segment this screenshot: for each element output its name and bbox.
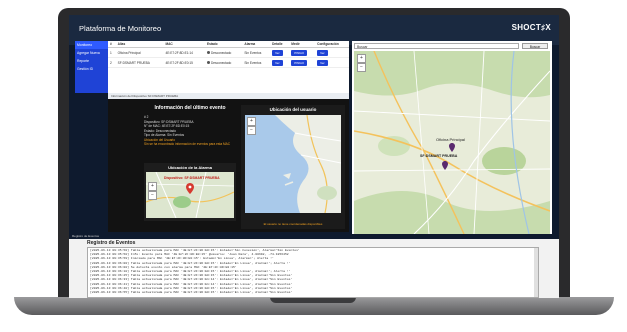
devices-table-container: # Alias MAC Estado Alarma Detalle Medir …: [108, 41, 349, 93]
log-line: [2025-06-13 09:36:55] Tabla actualizada …: [90, 290, 293, 295]
app-title: Plataforma de Monitoreo: [79, 24, 162, 33]
last-event-info: Información del último evento # 2 Dispos…: [144, 105, 236, 221]
office-marker-label: Oficina Principal: [436, 137, 465, 142]
cell-config: Ver: [315, 57, 349, 68]
table-row[interactable]: 2 SF:DSMART PRUEBA 4E:E7:2F:8D:E0:15 Des…: [108, 57, 349, 68]
cell-alarma: Sin Eventos: [242, 57, 271, 68]
cell-alias: SF:DSMART PRUEBA: [115, 57, 164, 68]
cell-detalle: Ver: [270, 57, 290, 68]
status-text: Desconectado: [210, 50, 232, 55]
medir-button[interactable]: PINGO: [291, 49, 307, 56]
cell-mac: 4E:E7:2F:8D:E0:15: [163, 57, 205, 68]
zoom-out-button[interactable]: −: [357, 63, 366, 72]
user-map[interactable]: + −: [245, 114, 342, 214]
sidebar-item-reporte[interactable]: Reporte: [75, 57, 108, 65]
cell-detalle: Ver: [270, 47, 290, 58]
zoom-in-button[interactable]: +: [357, 54, 366, 63]
user-location-title: Ubicación del usuario: [269, 107, 317, 112]
zoom-out-button[interactable]: −: [247, 126, 256, 135]
event-log-title: Registro de Eventos: [87, 240, 136, 246]
last-event-title: Información del último evento: [154, 105, 226, 111]
map-search-button[interactable]: Buscar: [522, 43, 548, 49]
brand-logo: SHOCT♯X: [511, 23, 551, 32]
zoom-out-button[interactable]: −: [148, 191, 157, 200]
devices-table: # Alias MAC Estado Alarma Detalle Medir …: [108, 41, 349, 68]
table-row[interactable]: 1 Oficina Principal 4E:E7:2F:8D:E1:14 De…: [108, 47, 349, 58]
zoom-in-button[interactable]: +: [247, 117, 256, 126]
device-marker-icon[interactable]: [442, 161, 448, 170]
event-info-panel: Información del último evento # 2 Dispos…: [108, 99, 349, 232]
alarm-marker-label: Dispositivo: SF:DSMART PRUEBA: [164, 176, 220, 180]
main-map[interactable]: + − Oficina Principal SF:DSMART PRUEBA: [354, 51, 550, 234]
map-search-input[interactable]: Buscar: [354, 43, 519, 49]
sidebar: Monitoreo Agregar Nueva Reporte Gestión …: [75, 41, 108, 93]
config-button[interactable]: Ver: [317, 49, 328, 56]
cell-medir: PINGO: [289, 57, 316, 68]
sidebar-item-gestion[interactable]: Gestión ID: [75, 65, 108, 73]
cell-config: Ver: [315, 47, 349, 58]
cell-estado: Desconectado: [204, 57, 243, 68]
detalle-button[interactable]: Ver: [272, 59, 283, 66]
cell-alias: Oficina Principal: [115, 47, 164, 58]
sidebar-item-monitoreo[interactable]: Monitoreo: [75, 41, 108, 49]
sidebar-item-agregar[interactable]: Agregar Nueva: [75, 49, 108, 57]
alarm-location-box: Ubicación de la Alarma + − Dispositivo: …: [144, 163, 236, 221]
medir-button[interactable]: PINGO: [291, 59, 307, 66]
cell-mac: 4E:E7:2F:8D:E1:14: [163, 47, 205, 58]
warning-line: Sin se ha encontrado información de even…: [144, 142, 231, 147]
device-marker-label: SF:DSMART PRUEBA: [420, 154, 458, 158]
cell-estado: Desconectado: [204, 47, 243, 58]
detalle-button[interactable]: Ver: [272, 49, 283, 56]
map-search-row: Buscar Buscar: [352, 41, 552, 51]
cell-num: 2: [108, 57, 116, 68]
main-map-panel: Buscar Buscar + − Oficina Principal SF:D…: [352, 41, 552, 236]
status-dot-icon: [206, 51, 210, 55]
user-location-note: El usuario no tiene coordenadas disponib…: [263, 222, 323, 226]
app-screen: Plataforma de Monitoreo SHOCT♯X Monitore…: [69, 15, 559, 298]
cell-num: 1: [108, 47, 116, 58]
alarm-map[interactable]: + − Dispositivo: SF:DSMART PRUEBA: [145, 171, 235, 219]
status-text: Desconectado: [210, 60, 232, 65]
event-log-strip: Registro de Eventos: [69, 234, 559, 239]
user-map-tiles: [245, 114, 342, 214]
event-log-box[interactable]: [2025-06-13 09:35:50] Tabla actualizada …: [87, 247, 539, 298]
alarm-location-title: Ubicación de la Alarma: [168, 165, 212, 170]
zoom-in-button[interactable]: +: [148, 182, 157, 191]
event-log-section: Registro de Eventos Registro de Eventos …: [69, 234, 559, 298]
office-marker-icon[interactable]: [449, 143, 455, 152]
cell-medir: PINGO: [289, 47, 316, 58]
map-marker-icon[interactable]: [186, 183, 194, 194]
user-location-box: Ubicación del usuario + − El usuario no …: [241, 105, 345, 229]
status-dot-icon: [206, 61, 210, 65]
config-button[interactable]: Ver: [317, 59, 328, 66]
log-scrollbar[interactable]: [534, 248, 538, 297]
cell-alarma: Sin Eventos: [242, 47, 271, 58]
